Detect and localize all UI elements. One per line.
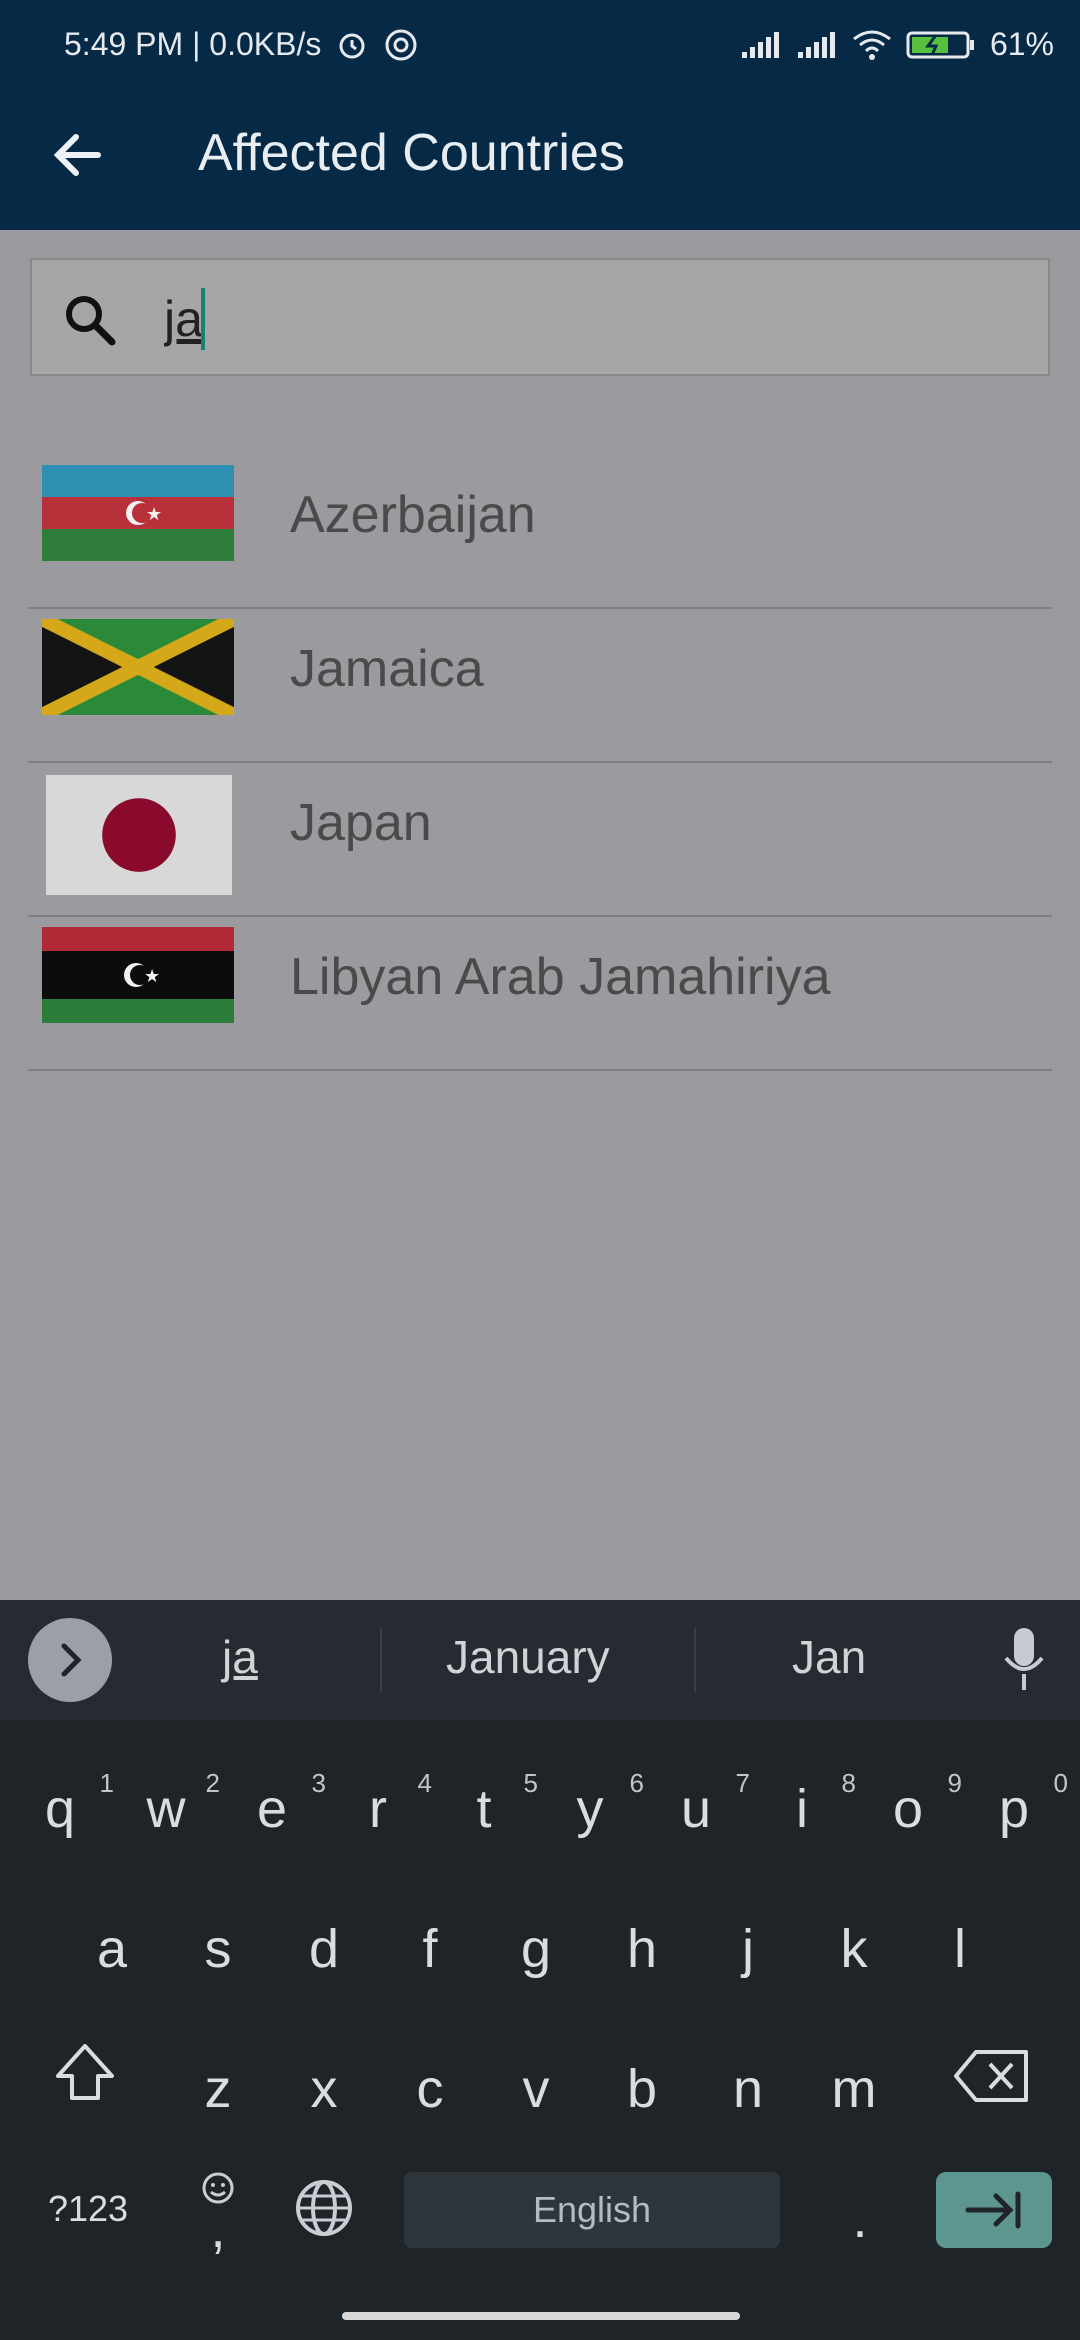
key-number: 0 xyxy=(1053,1768,1068,1798)
key-number: 3 xyxy=(311,1768,326,1798)
search-box[interactable] xyxy=(30,258,1050,376)
search-input[interactable] xyxy=(162,280,1006,358)
key-j[interactable]: j xyxy=(708,1918,788,1980)
key-d[interactable]: d xyxy=(284,1918,364,1980)
list-item[interactable]: ★ Azerbaijan xyxy=(28,455,1052,609)
key-z[interactable]: z xyxy=(178,2058,258,2120)
chevron-right-icon xyxy=(61,1643,82,1677)
key-k[interactable]: k xyxy=(814,1918,894,1980)
list-item[interactable]: Japan xyxy=(28,763,1052,917)
key-l[interactable]: l xyxy=(920,1918,1000,1980)
key-e[interactable]: e3 xyxy=(232,1768,326,1840)
key-h[interactable]: h xyxy=(602,1918,682,1980)
enter-key[interactable] xyxy=(936,2172,1052,2248)
text-cursor xyxy=(201,288,205,350)
key-v[interactable]: v xyxy=(496,2058,576,2120)
key-number: 2 xyxy=(205,1768,220,1798)
key-label: p xyxy=(998,1779,1030,1839)
key-number: 4 xyxy=(417,1768,432,1798)
key-n[interactable]: n xyxy=(708,2058,788,2120)
key-s[interactable]: s xyxy=(178,1918,258,1980)
suggestion-divider xyxy=(694,1628,696,1692)
comma-key[interactable]: , xyxy=(178,2198,258,2260)
country-name: Azerbaijan xyxy=(290,486,536,544)
key-label: u xyxy=(680,1779,712,1839)
keyboard: ja January Jan q1 w2 e3 r4 t5 y6 u7 i8 o… xyxy=(0,1600,1080,2340)
country-name: Libyan Arab Jamahiriya xyxy=(290,948,831,1006)
key-w[interactable]: w2 xyxy=(126,1768,221,1840)
key-label: w xyxy=(146,1779,186,1839)
status-left: 5:49 PM | 0.0KB/s xyxy=(64,26,419,63)
key-g[interactable]: g xyxy=(496,1918,576,1980)
battery-icon xyxy=(906,31,974,58)
space-bar[interactable]: English xyxy=(404,2172,780,2248)
sync-icon xyxy=(385,29,417,60)
backspace-icon[interactable] xyxy=(952,2046,1032,2106)
key-m[interactable]: m xyxy=(814,2058,894,2120)
signal-icon xyxy=(741,31,779,58)
key-o[interactable]: o9 xyxy=(868,1768,962,1840)
status-time: 5:49 PM | 0.0KB/s xyxy=(64,26,322,62)
key-b[interactable]: b xyxy=(602,2058,682,2120)
search-icon xyxy=(66,296,116,346)
country-name: Japan xyxy=(290,794,432,852)
key-p[interactable]: p0 xyxy=(974,1768,1068,1840)
key-x[interactable]: x xyxy=(284,2058,364,2120)
svg-text:★: ★ xyxy=(144,966,160,987)
list-item[interactable]: ★ Libyan Arab Jamahiriya xyxy=(28,917,1052,1071)
shift-icon[interactable] xyxy=(50,2038,120,2108)
globe-icon[interactable] xyxy=(292,2176,356,2240)
key-u[interactable]: u7 xyxy=(656,1768,750,1840)
app-bar: Affected Countries xyxy=(0,95,1080,230)
key-q[interactable]: q1 xyxy=(20,1768,114,1840)
suggestion-bar: ja January Jan xyxy=(0,1600,1080,1720)
key-a[interactable]: a xyxy=(72,1918,152,1980)
next-arrow-icon xyxy=(965,2191,1021,2229)
jamaica-flag-icon xyxy=(42,619,234,715)
alarm-icon xyxy=(339,33,365,58)
key-f[interactable]: f xyxy=(390,1918,470,1980)
key-label: r xyxy=(369,1779,387,1839)
key-number: 7 xyxy=(735,1768,750,1798)
key-number: 1 xyxy=(99,1768,114,1798)
key-number: 9 xyxy=(947,1768,962,1798)
status-bar: 5:49 PM | 0.0KB/s 61% xyxy=(0,0,1080,95)
key-c[interactable]: c xyxy=(390,2058,470,2120)
key-i[interactable]: i8 xyxy=(762,1768,856,1840)
libya-flag-icon: ★ xyxy=(42,927,234,1023)
suggestion-2[interactable]: January xyxy=(446,1630,610,1684)
list-item[interactable]: Jamaica xyxy=(28,609,1052,763)
suggestion-divider xyxy=(380,1628,382,1692)
japan-flag-icon xyxy=(46,774,232,896)
azerbaijan-flag-icon: ★ xyxy=(42,465,234,561)
page-title: Affected Countries xyxy=(198,124,625,182)
suggestion-1[interactable]: ja xyxy=(222,1630,258,1684)
expand-suggestions-button[interactable] xyxy=(28,1618,112,1702)
mic-icon[interactable] xyxy=(1000,1624,1048,1694)
key-label: e xyxy=(256,1779,288,1839)
back-arrow-icon[interactable] xyxy=(48,125,108,185)
home-indicator[interactable] xyxy=(342,2312,740,2320)
key-label: o xyxy=(892,1779,924,1839)
symbols-key[interactable]: ?123 xyxy=(40,2188,136,2230)
key-number: 6 xyxy=(629,1768,644,1798)
key-r[interactable]: r4 xyxy=(338,1768,432,1840)
country-list: ★ Azerbaijan Jamaica Japan ★ Libyan Arab… xyxy=(28,455,1052,1071)
key-t[interactable]: t5 xyxy=(444,1768,538,1840)
key-label: i xyxy=(796,1779,808,1839)
wifi-icon xyxy=(853,30,891,60)
key-y[interactable]: y6 xyxy=(550,1768,645,1840)
key-label: y xyxy=(576,1779,604,1839)
key-label: t xyxy=(476,1779,492,1839)
status-right: 61% xyxy=(740,26,1054,63)
svg-text:★: ★ xyxy=(146,504,162,525)
period-key[interactable]: . xyxy=(820,2188,900,2250)
suggestion-3[interactable]: Jan xyxy=(792,1630,866,1684)
key-number: 8 xyxy=(841,1768,856,1798)
country-name: Jamaica xyxy=(290,640,484,698)
key-label: q xyxy=(44,1779,76,1839)
key-number: 5 xyxy=(523,1768,538,1798)
battery-percent: 61% xyxy=(989,26,1054,62)
signal-icon xyxy=(797,31,835,58)
